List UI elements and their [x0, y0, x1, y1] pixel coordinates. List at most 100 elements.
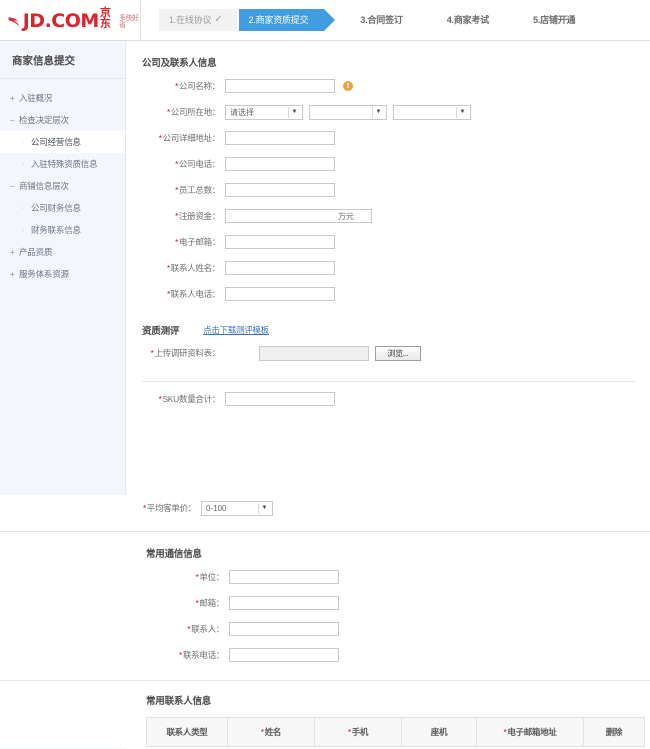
bullet-icon: ·	[22, 226, 25, 234]
upload-file-path-field[interactable]	[259, 345, 369, 361]
label-company-name: *公司名称：	[142, 80, 225, 92]
required-marker: *	[175, 238, 178, 247]
label-text: 平均客单价：	[146, 503, 197, 513]
sku-total-input[interactable]	[225, 392, 335, 406]
city-select[interactable]: ▼	[309, 104, 387, 120]
sidebar-item-label: 公司经营信息	[31, 137, 81, 147]
comm-phone-input[interactable]	[229, 648, 339, 662]
sidebar-item-label: 服务体系资源	[19, 269, 69, 279]
logo-chinese: 京东	[99, 7, 111, 30]
download-template-link[interactable]: 点击下载测评模板	[203, 324, 269, 336]
sidebar-item-product-qualification[interactable]: + 产品资质	[0, 241, 125, 263]
comm-contact-input[interactable]	[229, 622, 339, 636]
sidebar-item-review-stage[interactable]: − 检查决定层次	[0, 109, 125, 131]
sidebar-item-shop-stage[interactable]: − 商铺信息层次	[0, 175, 125, 197]
field-row-comm-email: *邮箱：	[0, 590, 650, 616]
sidebar-title: 商家信息提交	[0, 41, 125, 79]
field-row-sku-total: *SKU数量合计：	[126, 382, 650, 416]
employee-count-input[interactable]	[225, 183, 335, 197]
province-select[interactable]: 请选择 ▼	[225, 104, 303, 120]
bullet-icon: ·	[22, 160, 25, 168]
label-registered-capital: *注册资金：	[142, 210, 225, 222]
step-5-shop-open[interactable]: 5.店铺开通	[523, 9, 585, 31]
sidebar-item-company-finance-info[interactable]: · 公司财务信息	[0, 197, 125, 219]
section-title-assessment: 资质测评	[142, 326, 180, 337]
sidebar-item-special-qualification[interactable]: · 入驻特殊资质信息	[0, 153, 125, 175]
label-contact-phone: *联系人电话：	[142, 288, 225, 300]
required-marker: *	[195, 573, 199, 582]
sidebar-item-service-resources[interactable]: + 服务体系资源	[0, 263, 125, 285]
collapse-minus-icon: −	[10, 115, 15, 125]
logo-brand: JD	[22, 10, 45, 32]
col-label: 手机	[351, 727, 369, 737]
browse-button[interactable]: 浏览...	[375, 345, 421, 361]
sidebar-item-entry-overview[interactable]: + 入驻概况	[0, 87, 125, 109]
chevron-down-icon: ▼	[258, 502, 270, 514]
field-row-email: *电子邮箱：	[126, 229, 650, 255]
field-row-contact-phone: *联系人电话：	[126, 281, 650, 307]
district-select[interactable]: ▼	[393, 104, 471, 120]
label-upload-survey: *上传调研资料表：	[142, 347, 225, 359]
sidebar-item-label: 入驻特殊资质信息	[31, 159, 98, 169]
field-row-registered-capital: *注册资金： 万元	[126, 203, 650, 229]
required-marker: *	[187, 625, 191, 634]
required-marker: *	[150, 349, 154, 358]
jd-logo[interactable]: JD .COM 京东 多快好省	[8, 7, 140, 32]
label-avg-price: *平均客单价：	[130, 502, 201, 514]
label-text: SKU数量合计：	[162, 394, 220, 404]
jd-bird-icon	[8, 16, 20, 27]
step-1-online-agreement[interactable]: 1.在线协议 ✓	[159, 9, 237, 31]
label-comm-contact: *联系人：	[146, 623, 229, 635]
sidebar-item-label: 公司财务信息	[31, 203, 81, 213]
company-phone-input[interactable]	[225, 157, 335, 171]
label-text: 单位：	[199, 572, 224, 582]
table-header-row: 联系人类型 *姓名 *手机 座机 *电子邮箱地址 删除	[146, 717, 645, 747]
label-text: 注册资金：	[178, 211, 220, 221]
logo-area[interactable]: JD .COM 京东 多快好省	[0, 0, 140, 40]
merchant-onboarding-page: JD .COM 京东 多快好省 1.在线协议 ✓ 2.商家资质提交 3.合同签订…	[0, 0, 650, 749]
label-sku-total: *SKU数量合计：	[142, 393, 225, 405]
sidebar-item-label: 检查决定层次	[19, 115, 69, 125]
required-marker: *	[158, 134, 162, 143]
label-text: 联系人姓名：	[170, 263, 221, 273]
col-name: *姓名	[227, 717, 315, 747]
required-marker: *	[175, 186, 178, 195]
required-marker: *	[179, 651, 182, 660]
col-mobile: *手机	[314, 717, 402, 747]
sidebar-item-label: 商铺信息层次	[19, 181, 69, 191]
label-text: 员工总数：	[178, 185, 220, 195]
field-row-contact-name: *联系人姓名：	[126, 255, 650, 281]
field-row-upload-survey: *上传调研资料表： 浏览...	[126, 339, 650, 367]
label-unit: *单位：	[146, 571, 229, 583]
step-4-merchant-exam[interactable]: 4.商家考试	[437, 9, 499, 31]
required-marker: *	[158, 395, 162, 404]
comm-email-input[interactable]	[229, 596, 339, 610]
chevron-down-icon: ▼	[288, 106, 300, 118]
email-input[interactable]	[225, 235, 335, 249]
label-company-address: *公司详细地址：	[142, 132, 225, 144]
contacts-table: 联系人类型 *姓名 *手机 座机 *电子邮箱地址 删除	[146, 717, 645, 747]
step-2-label: 2.商家资质提交	[248, 15, 309, 25]
contact-phone-input[interactable]	[225, 287, 335, 301]
expand-plus-icon: +	[10, 93, 15, 103]
required-marker: *	[166, 108, 170, 117]
col-landline: 座机	[401, 717, 477, 747]
avg-price-select-value: 0-100	[206, 503, 227, 513]
field-row-company-name: *公司名称： !	[126, 73, 650, 99]
required-marker: *	[166, 264, 170, 273]
field-row-unit: *单位：	[0, 564, 650, 590]
company-name-input[interactable]	[225, 79, 335, 93]
contact-name-input[interactable]	[225, 261, 335, 275]
sidebar-item-finance-contact-info[interactable]: · 财务联系信息	[0, 219, 125, 241]
unit-input[interactable]	[229, 570, 339, 584]
expand-plus-icon: +	[10, 269, 15, 279]
label-employee-count: *员工总数：	[142, 184, 225, 196]
sidebar-item-company-business-info[interactable]: · 公司经营信息	[0, 131, 125, 153]
step-3-contract-signing[interactable]: 3.合同签订	[350, 9, 412, 31]
expand-plus-icon: +	[10, 247, 15, 257]
col-label: 姓名	[264, 727, 282, 737]
avg-price-select[interactable]: 0-100 ▼	[201, 500, 273, 516]
company-address-input[interactable]	[225, 131, 335, 145]
contacts-table-wrap: 联系人类型 *姓名 *手机 座机 *电子邮箱地址 删除	[0, 717, 650, 747]
step-2-qualification-submit[interactable]: 2.商家资质提交	[238, 9, 336, 31]
